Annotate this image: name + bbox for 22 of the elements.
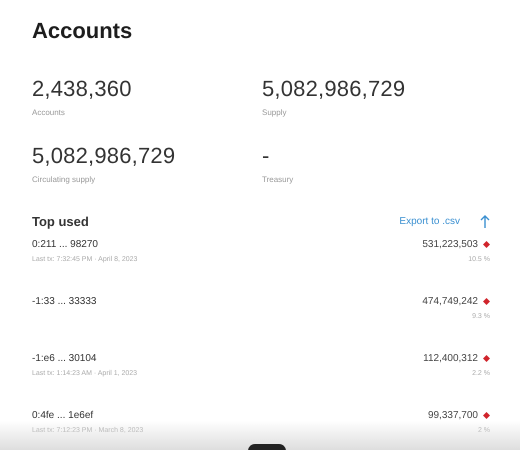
diamond-icon bbox=[483, 241, 490, 248]
diamond-icon bbox=[483, 298, 490, 305]
account-address[interactable]: -1:33 ... 33333 bbox=[32, 296, 96, 307]
stat-label: Accounts bbox=[32, 108, 66, 117]
stat-label: Supply bbox=[262, 108, 288, 117]
balance-amount: 531,223,503 bbox=[422, 239, 478, 250]
balance-amount: 112,400,312 bbox=[423, 353, 478, 364]
stat-value: - bbox=[262, 143, 271, 169]
stat-value: 5,082,986,729 bbox=[32, 143, 176, 169]
stat-value: 5,082,986,729 bbox=[262, 76, 406, 102]
stat-label: Circulating supply bbox=[32, 175, 96, 184]
diamond-icon bbox=[483, 355, 490, 362]
stat-label: Treasury bbox=[262, 175, 294, 184]
arrow-up-icon[interactable] bbox=[480, 214, 490, 228]
account-address[interactable]: 0:4fe ... 1e6ef bbox=[32, 410, 144, 421]
balance-amount: 99,337,700 bbox=[428, 410, 478, 421]
account-address[interactable]: -1:e6 ... 30104 bbox=[32, 353, 138, 364]
section-heading: Top used bbox=[32, 214, 90, 229]
account-address[interactable]: 0:211 ... 98270 bbox=[32, 239, 138, 250]
balance-amount: 474,749,242 bbox=[422, 296, 478, 307]
page-title: Accounts bbox=[32, 18, 134, 44]
stat-value: 2,438,360 bbox=[32, 76, 133, 102]
